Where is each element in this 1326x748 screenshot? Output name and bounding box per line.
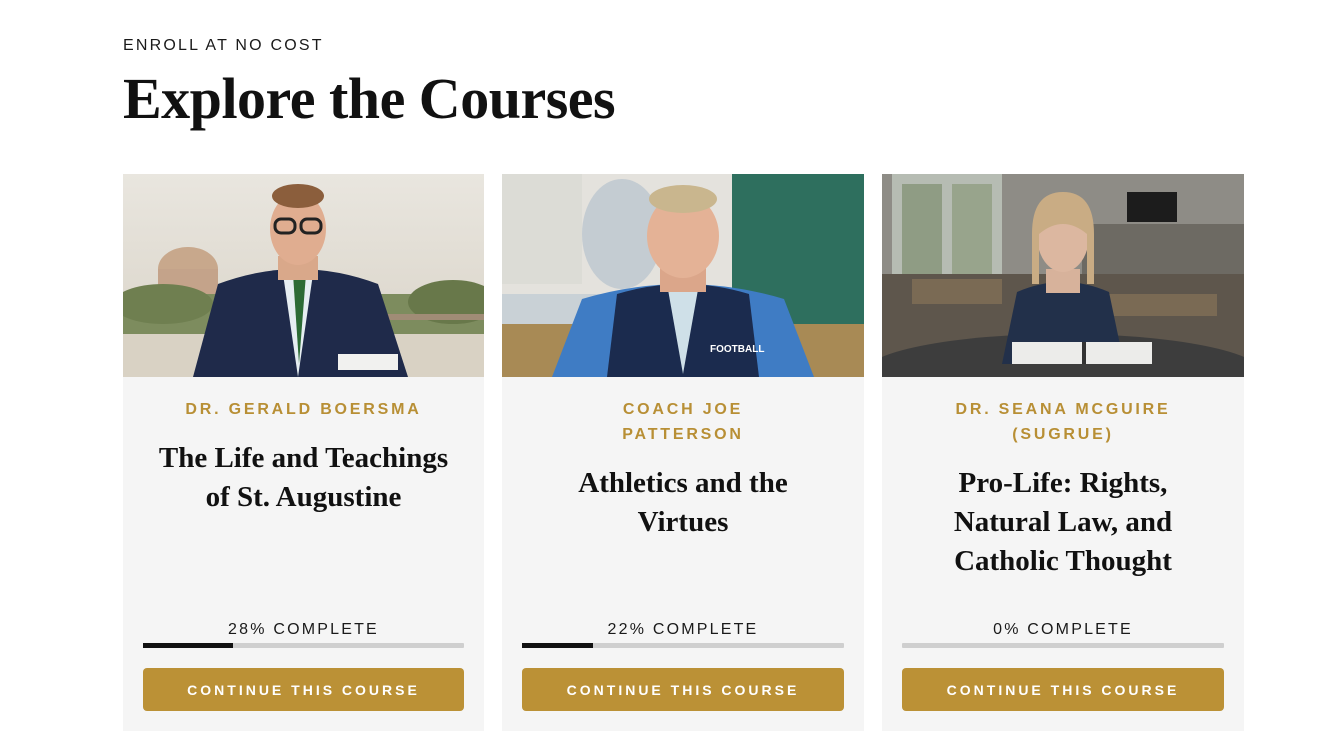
progress-label: 0% COMPLETE xyxy=(993,621,1133,638)
instructor-photo xyxy=(123,174,484,377)
progress-bar xyxy=(522,643,844,648)
instructor-name: DR. SEANA MCGUIRE (SUGRUE) xyxy=(955,401,1171,443)
progress-label: 28% COMPLETE xyxy=(228,621,379,638)
progress-label: 22% COMPLETE xyxy=(607,621,759,638)
course-title[interactable]: The Life and Teachings of St. Augustine xyxy=(143,439,464,517)
progress-section: 22% COMPLETE xyxy=(522,620,844,648)
instructor-name: COACH JOE PATTERSON xyxy=(622,401,744,443)
progress-bar xyxy=(902,643,1224,648)
instructor-photo: FOOTBALL xyxy=(502,174,864,377)
instructor-name: DR. GERALD BOERSMA xyxy=(185,401,422,418)
progress-bar xyxy=(143,643,464,648)
instructor-photo xyxy=(882,174,1244,377)
course-card[interactable]: DR. GERALD BOERSMA The Life and Teaching… xyxy=(123,174,484,731)
page-title: Explore the Courses xyxy=(123,66,616,131)
progress-fill xyxy=(522,643,593,648)
course-thumbnail[interactable] xyxy=(123,174,484,377)
continue-course-button[interactable]: CONTINUE THIS COURSE xyxy=(522,668,844,711)
progress-section: 28% COMPLETE xyxy=(143,620,464,648)
course-title[interactable]: Athletics and the Virtues xyxy=(522,464,844,542)
course-card[interactable]: DR. SEANA MCGUIRE (SUGRUE) Pro-Life: Rig… xyxy=(882,174,1244,731)
course-card[interactable]: FOOTBALL COACH JOE PATTERSON Athletics a… xyxy=(502,174,864,731)
course-card-list: DR. GERALD BOERSMA The Life and Teaching… xyxy=(123,174,1244,731)
course-thumbnail[interactable] xyxy=(882,174,1244,377)
continue-course-button[interactable]: CONTINUE THIS COURSE xyxy=(902,668,1224,711)
course-title[interactable]: Pro-Life: Rights, Natural Law, and Catho… xyxy=(902,464,1224,581)
svg-text:FOOTBALL: FOOTBALL xyxy=(710,344,764,355)
continue-course-button[interactable]: CONTINUE THIS COURSE xyxy=(143,668,464,711)
progress-fill xyxy=(143,643,233,648)
eyebrow-text: ENROLL AT NO COST xyxy=(123,37,324,54)
section-header: ENROLL AT NO COST Explore the Courses xyxy=(123,36,616,134)
progress-section: 0% COMPLETE xyxy=(902,620,1224,648)
course-thumbnail[interactable]: FOOTBALL xyxy=(502,174,864,377)
